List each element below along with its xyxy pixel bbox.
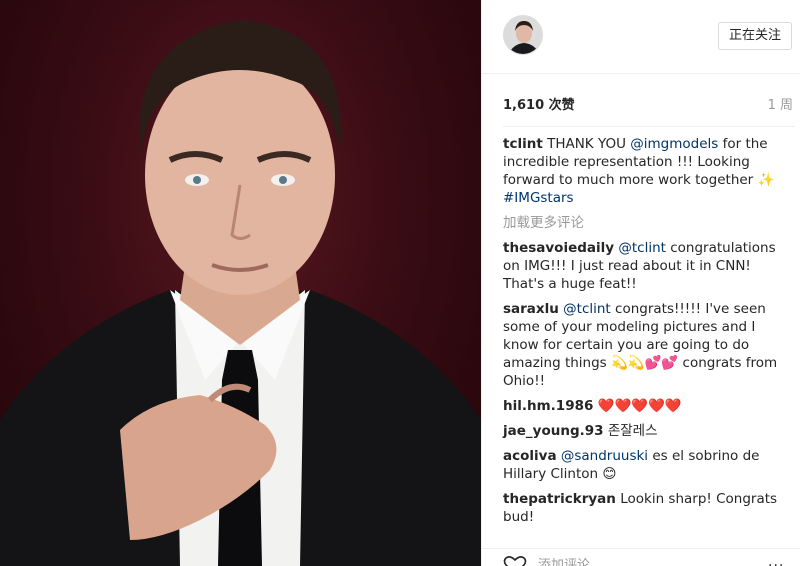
caption-mention[interactable]: @imgmodels [630,136,718,152]
portrait-image [0,20,481,566]
list-item: thesavoiedaily @tclint congratulations o… [503,239,795,293]
ellipsis-icon[interactable]: ··· [768,558,784,566]
list-item: acoliva @sandruuski es el sobrino de Hil… [503,447,795,483]
comment-mention[interactable]: @sandruuski [561,448,648,464]
heart-outline-icon[interactable] [503,555,527,566]
comment-username[interactable]: thesavoiedaily [503,240,614,256]
comment-username[interactable]: saraxlu [503,301,559,317]
load-more-comments[interactable]: 加载更多评论 [503,214,795,232]
list-item: thepatrickryan Lookin sharp! Congrats bu… [503,490,795,526]
caption: tclint THANK YOU @imgmodels for the incr… [503,135,795,207]
add-comment-input[interactable]: 添加评论... [538,554,602,566]
like-count[interactable]: 1,610 次赞 [503,98,575,113]
comment-list: tclint THANK YOU @imgmodels for the incr… [503,126,795,546]
comment-username[interactable]: jae_young.93 [503,423,604,439]
post-stats: 1,610 次赞 1 周 [503,94,793,116]
comment-username[interactable]: acoliva [503,448,557,464]
comment-username[interactable]: hil.hm.1986 [503,398,593,414]
comment-mention[interactable]: @tclint [618,240,666,256]
list-item: jae_young.93 존잘레스 [503,422,795,440]
post-footer: 添加评论... ··· [482,548,800,566]
post-time[interactable]: 1 周 [768,94,793,113]
comment-username[interactable]: thepatrickryan [503,491,616,507]
comment-text: ❤️❤️❤️❤️❤️ [593,398,682,414]
avatar[interactable] [503,15,543,55]
post-header: 正在关注 [482,0,800,74]
post-side-panel: 正在关注 1,610 次赞 1 周 tclint THANK YOU @imgm… [481,0,800,566]
list-item: saraxlu @tclint congrats!!!!! I've seen … [503,300,795,390]
avatar-image [504,16,542,54]
instagram-post: 正在关注 1,610 次赞 1 周 tclint THANK YOU @imgm… [0,0,800,566]
post-photo[interactable] [0,0,481,566]
following-button[interactable]: 正在关注 [718,22,792,50]
caption-username[interactable]: tclint [503,136,543,152]
list-item: hil.hm.1986 ❤️❤️❤️❤️❤️ [503,397,795,415]
caption-text-1: THANK YOU [542,136,631,152]
comment-text: 존잘레스 [603,423,658,439]
caption-hashtag[interactable]: #IMGstars [503,190,574,206]
comment-mention[interactable]: @tclint [563,301,611,317]
